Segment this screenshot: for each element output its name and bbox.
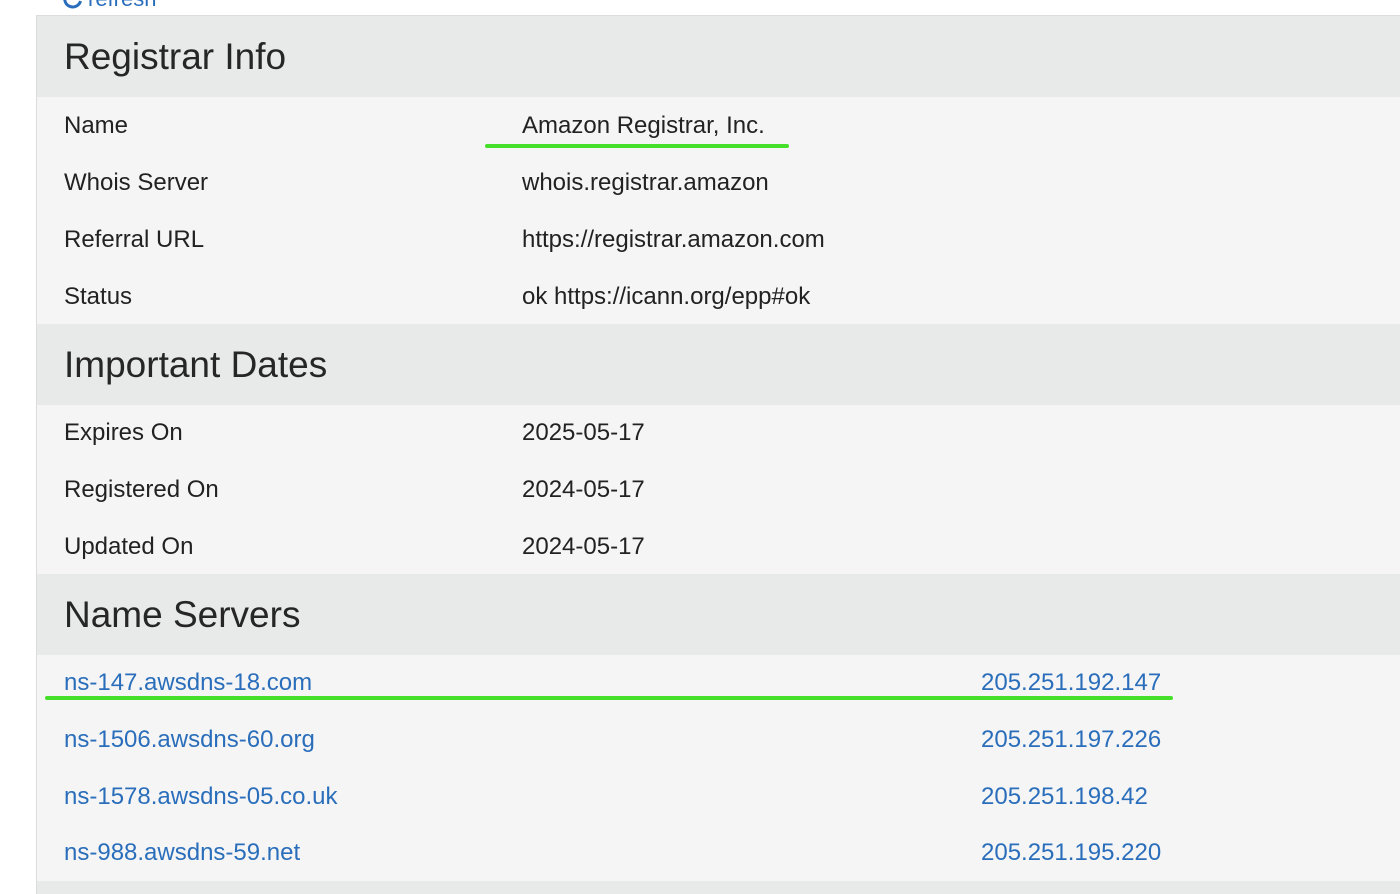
expires-on-value: 2025-05-17 [522, 419, 645, 446]
expires-on-row: Expires On 2025-05-17 [37, 404, 1400, 461]
referral-url-value: https://registrar.amazon.com [522, 226, 825, 253]
updated-on-row: Updated On 2024-05-17 [37, 518, 1400, 575]
name-server-ip-link[interactable]: 205.251.195.220 [981, 839, 1161, 867]
whois-server-label: Whois Server [64, 169, 209, 196]
expires-on-label: Expires On [64, 419, 183, 446]
name-servers-title: Name Servers [64, 594, 301, 635]
registrar-info-header: Registrar Info [37, 16, 1400, 97]
name-server-row: ns-1578.awsdns-05.co.uk 205.251.198.42 [37, 768, 1400, 825]
important-dates-title: Important Dates [64, 344, 328, 385]
name-server-ip-link[interactable]: 205.251.192.147 [981, 669, 1161, 697]
referral-url-row: Referral URL https://registrar.amazon.co… [37, 211, 1400, 268]
updated-on-label: Updated On [64, 533, 194, 560]
referral-url-label: Referral URL [64, 226, 205, 253]
registrar-name-highlight [485, 144, 789, 148]
refresh-label: refresh [88, 0, 156, 12]
status-label: Status [64, 283, 133, 310]
name-server-ip-link[interactable]: 205.251.197.226 [981, 726, 1161, 754]
refresh-link[interactable]: refresh [62, 0, 156, 12]
registered-on-row: Registered On 2024-05-17 [37, 461, 1400, 518]
status-value: ok https://icann.org/epp#ok [522, 283, 811, 310]
name-server-host-link[interactable]: ns-988.awsdns-59.net [64, 839, 300, 867]
registered-on-value: 2024-05-17 [522, 476, 645, 503]
name-server-host-link[interactable]: ns-1506.awsdns-60.org [64, 726, 315, 754]
registrar-name-label: Name [64, 112, 129, 139]
name-servers-header: Name Servers [37, 574, 1400, 655]
status-row: Status ok https://icann.org/epp#ok [37, 268, 1400, 325]
name-server-host-link[interactable]: ns-147.awsdns-18.com [64, 669, 312, 697]
name-server-row: ns-147.awsdns-18.com 205.251.192.147 [37, 654, 1400, 711]
name-server-ip-link[interactable]: 205.251.198.42 [981, 783, 1148, 811]
name-server-host-link[interactable]: ns-1578.awsdns-05.co.uk [64, 783, 338, 811]
next-section-header [37, 881, 1400, 894]
registrar-name-value: Amazon Registrar, Inc. [522, 112, 765, 139]
registrar-info-title: Registrar Info [64, 36, 287, 77]
name-server-row: ns-988.awsdns-59.net 205.251.195.220 [37, 824, 1400, 881]
whois-server-value: whois.registrar.amazon [522, 169, 769, 196]
registered-on-label: Registered On [64, 476, 219, 503]
name-server-row: ns-1506.awsdns-60.org 205.251.197.226 [37, 711, 1400, 768]
updated-on-value: 2024-05-17 [522, 533, 645, 560]
whois-server-row: Whois Server whois.registrar.amazon [37, 154, 1400, 211]
important-dates-header: Important Dates [37, 324, 1400, 405]
name-server-highlight [45, 696, 1173, 700]
refresh-icon [62, 0, 84, 10]
whois-page: refresh Registrar Info Name Amazon Regis… [0, 0, 1400, 894]
